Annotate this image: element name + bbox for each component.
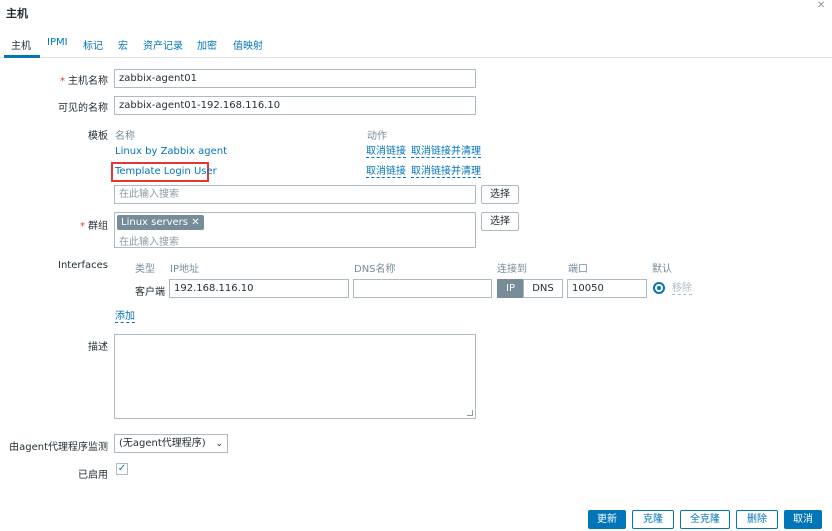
visible-name-label: 可见的名称 [58, 103, 108, 114]
active-tab-indicator [4, 55, 40, 58]
template-link-login-user[interactable]: Template Login User [115, 166, 217, 177]
clone-button[interactable]: 克隆 [632, 510, 674, 529]
enabled-checkbox[interactable]: ✓ [116, 463, 128, 475]
tab-bar: 主机 IPMI 标记 宏 资产记录 加密 值映射 [0, 30, 832, 58]
enabled-label: 已启用 [78, 470, 108, 481]
interfaces-dns-header: DNS名称 [354, 264, 396, 275]
tab-macros[interactable]: 宏 [118, 37, 128, 52]
full-clone-button[interactable]: 全克隆 [680, 510, 730, 529]
description-label: 描述 [88, 342, 108, 353]
connect-dns-toggle[interactable]: DNS [523, 279, 563, 298]
template-unlink-button[interactable]: 取消链接 [366, 166, 406, 178]
templates-action-header: 动作 [367, 131, 387, 142]
group-select-button[interactable]: 选择 [481, 212, 519, 231]
proxy-select-value: (无agent代理程序) [119, 438, 206, 449]
visible-name-input[interactable]: zabbix-agent01-192.168.116.10 [114, 96, 476, 115]
template-link-linux[interactable]: Linux by Zabbix agent [115, 146, 227, 157]
template-unlink-clear-button[interactable]: 取消链接并清理 [411, 166, 481, 178]
proxy-select[interactable]: (无agent代理程序) ⌄ [114, 434, 228, 453]
tab-host[interactable]: 主机 [11, 37, 31, 52]
group-search-placeholder: 在此输入搜索 [119, 237, 179, 248]
interface-remove-button[interactable]: 移除 [672, 283, 692, 295]
templates-label: 模板 [88, 131, 108, 142]
delete-button[interactable]: 删除 [736, 510, 778, 529]
update-button[interactable]: 更新 [588, 510, 626, 529]
interfaces-port-header: 端口 [568, 264, 588, 275]
templates-name-header: 名称 [115, 131, 135, 142]
interface-type: 客户端 [135, 287, 165, 298]
interfaces-connect-header: 连接到 [497, 264, 527, 275]
tab-encryption[interactable]: 加密 [197, 37, 217, 52]
description-textarea[interactable] [114, 334, 476, 419]
tag-remove-icon[interactable]: ✕ [191, 217, 199, 228]
interfaces-label: Interfaces [58, 260, 108, 271]
groups-label: * 群组 [80, 221, 108, 232]
cancel-button[interactable]: 取消 [784, 510, 822, 529]
tab-value-mapping[interactable]: 值映射 [233, 37, 263, 52]
close-icon[interactable]: ✕ [817, 0, 825, 11]
interface-dns-input[interactable] [353, 279, 492, 298]
interfaces-default-header: 默认 [652, 264, 672, 275]
interfaces-type-header: 类型 [135, 264, 155, 275]
template-select-button[interactable]: 选择 [481, 185, 519, 204]
group-tag-linux-servers: Linux servers ✕ [117, 215, 204, 230]
chevron-down-icon: ⌄ [215, 439, 223, 449]
tab-ipmi[interactable]: IPMI [47, 37, 68, 48]
interface-port-input[interactable]: 10050 [567, 279, 647, 298]
tab-inventory[interactable]: 资产记录 [143, 37, 183, 52]
interface-ip-input[interactable]: 192.168.116.10 [169, 279, 349, 298]
resize-handle-icon[interactable] [467, 410, 473, 416]
template-unlink-clear-button[interactable]: 取消链接并清理 [411, 146, 481, 158]
default-interface-radio[interactable] [653, 282, 665, 294]
connect-ip-toggle[interactable]: IP [497, 279, 524, 298]
host-name-label: * 主机名称 [60, 76, 108, 87]
template-unlink-button[interactable]: 取消链接 [366, 146, 406, 158]
proxy-label: 由agent代理程序监测 [9, 442, 108, 453]
host-name-input[interactable]: zabbix-agent01 [114, 69, 476, 88]
template-search-input[interactable]: 在此输入搜索 [114, 185, 476, 204]
tab-tags[interactable]: 标记 [83, 37, 103, 52]
interface-add-button[interactable]: 添加 [115, 311, 135, 323]
interfaces-ip-header: IP地址 [170, 264, 199, 275]
dialog-title: 主机 [6, 7, 28, 20]
